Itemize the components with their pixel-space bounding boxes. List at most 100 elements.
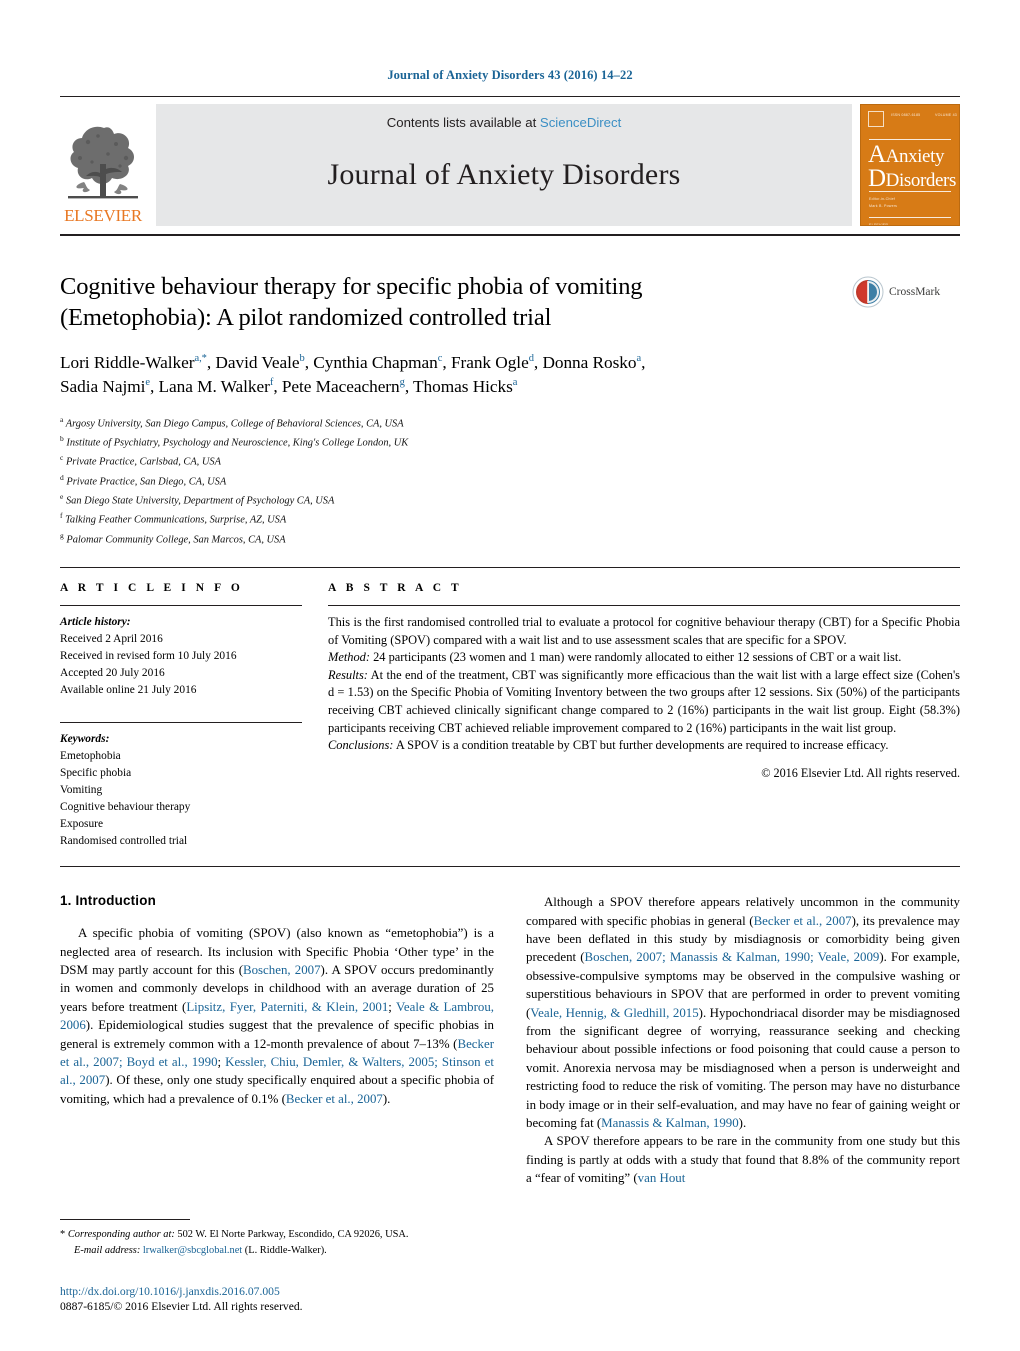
doi-block: http://dx.doi.org/10.1016/j.janxdis.2016… (60, 1285, 510, 1313)
masthead-bottom-rule (60, 234, 960, 236)
body-column-right: Although a SPOV therefore appears relati… (526, 893, 960, 1187)
history-item: Received 2 April 2016 (60, 633, 163, 646)
corresponding-address: 502 W. El Norte Parkway, Escondido, CA 9… (174, 1229, 409, 1241)
abstract-intro: This is the first randomised controlled … (328, 615, 960, 647)
abstract-conclusions: Conclusions: A SPOV is a condition treat… (328, 738, 889, 753)
corresponding-author-note: * Corresponding author at: 502 W. El Nor… (60, 1227, 490, 1259)
citation-link[interactable]: Boschen, 2007 (243, 963, 321, 977)
contents-prefix: Contents lists available at (386, 115, 540, 130)
intro-paragraph-right-1: Although a SPOV therefore appears relati… (526, 895, 961, 1130)
author-item[interactable]: Frank Ogled (451, 353, 534, 372)
article-info-column: A R T I C L E I N F O Article history: R… (60, 582, 328, 850)
affiliation-item: e San Diego State University, Department… (60, 492, 335, 507)
cover-elsevier-mark (868, 111, 884, 127)
history-item: Available online 21 July 2016 (60, 684, 197, 697)
affiliation-item: b Institute of Psychiatry, Psychology an… (60, 434, 409, 449)
citation-link[interactable]: Lipsitz, Fyer, Paterniti, & Klein, 2001 (186, 1000, 388, 1014)
citation-link[interactable]: Manassis & Kalman, 1990 (601, 1116, 739, 1130)
header-divider (60, 96, 960, 97)
author-item[interactable]: Lana M. Walkerf (159, 377, 274, 396)
keyword-item[interactable]: Exposure (60, 816, 302, 833)
citation-link[interactable]: Boschen, 2007; Manassis & Kalman, 1990; … (585, 950, 880, 964)
citation-link[interactable]: Becker et al., 2007 (754, 914, 852, 928)
crossmark-label: CrossMark (889, 286, 941, 298)
journal-masthead: ELSEVIER Contents lists available at Sci… (60, 104, 960, 226)
intro-paragraph-left: A specific phobia of vomiting (SPOV) (al… (60, 926, 494, 1106)
elsevier-tree-icon (64, 114, 142, 206)
abstract-column: A B S T R A C T This is the first random… (328, 582, 960, 850)
footnote-block: * Corresponding author at: 502 W. El Nor… (60, 1219, 490, 1259)
title-line-2: (Emetophobia): A pilot randomized contro… (60, 303, 552, 331)
introduction-heading: 1. Introduction (60, 893, 156, 909)
affiliations-list: a Argosy University, San Diego Campus, C… (60, 414, 960, 549)
affiliation-item: d Private Practice, San Diego, CA, USA (60, 472, 227, 488)
cover-top-text: ISSN 0887-6185 (891, 113, 921, 117)
affiliation-item: f Talking Feather Communications, Surpri… (60, 511, 287, 526)
cover-title: AAnxiety DDisorders (868, 141, 956, 192)
info-section-top-rule (60, 567, 960, 568)
journal-cover-thumbnail: ISSN 0887-6185 VOLUME 43 AAnxiety DDisor… (860, 104, 960, 226)
author-item[interactable]: Lori Riddle-Walkera,* (60, 353, 207, 372)
keyword-item[interactable]: Vomiting (60, 782, 302, 799)
footnote-marker: * (60, 1229, 66, 1241)
body-column-left: 1. Introduction A specific phobia of vom… (60, 893, 494, 1187)
keyword-item[interactable]: Specific phobia (60, 765, 302, 782)
abstract-results: Results: At the end of the treatment, CB… (328, 667, 960, 735)
author-item[interactable]: Pete Maceacherng (282, 377, 405, 396)
keyword-item[interactable]: Emetophobia (60, 748, 302, 765)
masthead-center: Contents lists available at ScienceDirec… (156, 104, 852, 226)
affiliation-item: a Argosy University, San Diego Campus, C… (60, 414, 404, 430)
cover-volume-text: VOLUME 43 (935, 113, 957, 117)
keyword-item[interactable]: Cognitive behaviour therapy (60, 799, 302, 816)
issn-copyright-line: 0887-6185/© 2016 Elsevier Ltd. All right… (60, 1300, 303, 1313)
history-item: Received in revised form 10 July 2016 (60, 650, 237, 663)
keyword-item[interactable]: Randomised controlled trial (60, 833, 302, 850)
elsevier-logo: ELSEVIER (60, 104, 146, 226)
article-page: Journal of Anxiety Disorders 43 (2016) 1… (0, 0, 1020, 1351)
keywords-label: Keywords: (60, 732, 110, 745)
running-head: Journal of Anxiety Disorders 43 (2016) 1… (387, 68, 633, 82)
cover-editor-name: Mark B. Powers (869, 204, 898, 208)
abstract-heading: A B S T R A C T (328, 582, 463, 594)
author-list: Lori Riddle-Walkera,*, David Vealeb, Cyn… (60, 352, 646, 397)
cover-editor-line: Editor-in-Chief (869, 197, 895, 201)
title-line-1: Cognitive behaviour therapy for specific… (60, 273, 643, 300)
citation-link[interactable]: Becker et al., 2007 (286, 1092, 383, 1106)
article-history-label: Article history: (60, 616, 131, 628)
author-item[interactable]: Cynthia Chapmanc (313, 353, 442, 372)
abstract-method: Method: 24 participants (23 women and 1 … (328, 650, 902, 665)
elsevier-wordmark: ELSEVIER (64, 206, 142, 225)
citation-link[interactable]: van Hout (638, 1171, 686, 1185)
affiliation-item: c Private Practice, Carlsbad, CA, USA (60, 453, 221, 468)
author-item[interactable]: Sadia Najmie (60, 377, 150, 396)
article-info-heading: A R T I C L E I N F O (60, 582, 244, 594)
sciencedirect-link[interactable]: ScienceDirect (540, 115, 621, 130)
corresponding-label: Corresponding author at: (67, 1229, 175, 1241)
doi-link[interactable]: http://dx.doi.org/10.1016/j.janxdis.2016… (60, 1285, 510, 1298)
crossmark-badge[interactable]: CrossMark (852, 272, 960, 400)
abstract-copyright: © 2016 Elsevier Ltd. All rights reserved… (761, 765, 960, 780)
contents-available-line: Contents lists available at ScienceDirec… (387, 115, 622, 130)
citation-link[interactable]: Veale, Hennig, & Gledhill, 2015 (530, 1006, 698, 1020)
journal-title: Journal of Anxiety Disorders (327, 158, 681, 191)
email-link[interactable]: lrwalker@sbcglobal.net (143, 1245, 242, 1256)
title-block: Cognitive behaviour therapy for specific… (60, 272, 960, 400)
email-label: E-mail address: (74, 1245, 141, 1257)
author-item[interactable]: Donna Roskoa (542, 353, 641, 372)
footnote-rule (60, 1219, 190, 1221)
abstract-bottom-rule (60, 866, 960, 868)
author-item[interactable]: Thomas Hicksa (413, 377, 517, 396)
info-abstract-section: A R T I C L E I N F O Article history: R… (60, 582, 960, 850)
intro-paragraph-right-2: A SPOV therefore appears to be rare in t… (526, 1134, 960, 1186)
crossmark-icon (852, 276, 884, 308)
abstract-body: This is the first randomised controlled … (328, 614, 960, 755)
keywords-block: Keywords: Emetophobia Specific phobia Vo… (60, 721, 302, 851)
cover-footer-text: ELSEVIER (869, 223, 889, 226)
affiliation-item: g Palomar Community College, San Marcos,… (60, 530, 286, 546)
page-title: Cognitive behaviour therapy for specific… (60, 272, 840, 334)
body-columns: 1. Introduction A specific phobia of vom… (60, 893, 960, 1187)
article-history: Article history: Received 2 April 2016 R… (60, 614, 302, 700)
email-owner: (L. Riddle-Walker). (242, 1245, 327, 1257)
author-item[interactable]: David Vealeb (215, 353, 304, 372)
history-item: Accepted 20 July 2016 (60, 667, 165, 680)
